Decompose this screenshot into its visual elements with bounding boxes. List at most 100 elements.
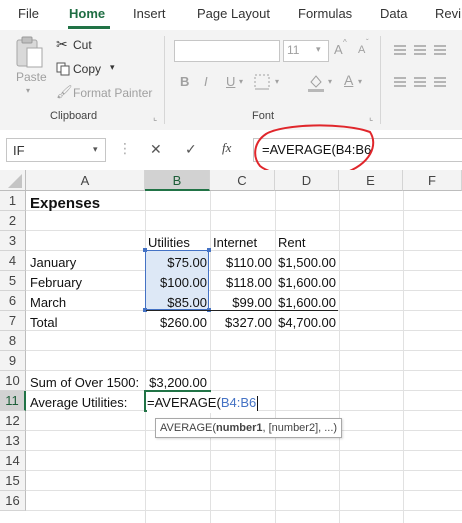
row-header[interactable]: 15 (0, 471, 26, 491)
total-label-cell[interactable]: Total (30, 313, 57, 333)
formula-prefix: =AVERAGE( (147, 395, 221, 410)
header-rent-cell[interactable]: Rent (278, 233, 305, 253)
borders-dropdown-icon[interactable]: ▾ (275, 77, 279, 86)
copy-dropdown-icon[interactable]: ▾ (110, 62, 115, 73)
row-header[interactable]: 7 (0, 311, 26, 331)
paste-icon[interactable] (14, 36, 44, 70)
cancel-entry-button[interactable]: ✕ (150, 141, 162, 158)
row-header[interactable]: 13 (0, 431, 26, 451)
tooltip-args-rest: , [number2], ...) (262, 422, 338, 434)
row-header[interactable]: 14 (0, 451, 26, 471)
font-name-select[interactable] (174, 40, 280, 62)
month-cell[interactable]: March (30, 293, 66, 313)
formula-bar: IF ▾ ⋮ ✕ ✓ fx =AVERAGE(B4:B6 (0, 130, 462, 170)
range-handle[interactable] (143, 248, 147, 252)
total-internet-cell[interactable]: $327.00 (211, 313, 272, 333)
header-internet-cell[interactable]: Internet (213, 233, 257, 253)
tab-home[interactable]: Home (69, 6, 105, 21)
copy-icon[interactable] (56, 62, 70, 76)
bold-button[interactable]: B (180, 74, 189, 89)
format-painter-icon[interactable]: 🖌 (56, 84, 73, 100)
tab-review[interactable]: Revi (435, 6, 461, 21)
tab-data[interactable]: Data (380, 6, 407, 21)
utilities-cell[interactable]: $75.00 (146, 253, 207, 273)
column-header-d[interactable]: D (275, 170, 339, 191)
format-painter-button[interactable]: Format Painter (73, 86, 152, 100)
font-color-dropdown-icon[interactable]: ▾ (358, 77, 362, 86)
underline-button[interactable]: U (226, 74, 235, 89)
chevron-down-icon: ▾ (316, 44, 321, 54)
insert-function-button[interactable]: fx (222, 140, 231, 156)
row-header[interactable]: 11 (0, 391, 26, 411)
name-box[interactable]: IF ▾ (6, 138, 106, 162)
font-color-icon[interactable]: A (344, 72, 353, 88)
grow-arrow-icon: ^ (343, 38, 347, 47)
tab-file[interactable]: File (18, 6, 39, 21)
copy-button[interactable]: Copy (73, 62, 101, 76)
fill-color-dropdown-icon[interactable]: ▾ (328, 77, 332, 86)
alignment-icons[interactable] (392, 42, 462, 102)
average-label-cell[interactable]: Average Utilities: (30, 393, 127, 413)
worksheet-grid[interactable]: A B C D E F 1 2 3 4 5 6 7 8 9 10 11 12 1… (0, 170, 462, 523)
grow-font-icon[interactable]: A (334, 42, 343, 57)
fill-color-icon[interactable] (306, 72, 326, 92)
row-header[interactable]: 1 (0, 191, 26, 211)
row-header[interactable]: 9 (0, 351, 26, 371)
month-cell[interactable]: January (30, 253, 76, 273)
row-header[interactable]: 8 (0, 331, 26, 351)
row-header[interactable]: 16 (0, 491, 26, 511)
enter-button[interactable]: ✓ (185, 141, 197, 158)
rent-cell[interactable]: $1,500.00 (276, 253, 336, 273)
paste-button[interactable]: Paste (16, 70, 47, 84)
column-header-a[interactable]: A (26, 170, 145, 191)
underline-dropdown-icon[interactable]: ▾ (239, 77, 243, 86)
column-header-b[interactable]: B (145, 170, 210, 191)
group-divider (380, 36, 381, 124)
internet-cell[interactable]: $110.00 (211, 253, 272, 273)
name-box-value: IF (13, 143, 25, 158)
cut-button[interactable]: Cut (73, 38, 92, 52)
total-rent-cell[interactable]: $4,700.00 (276, 313, 336, 333)
row-header[interactable]: 10 (0, 371, 26, 391)
select-all-corner[interactable] (0, 170, 26, 191)
row-header[interactable]: 3 (0, 231, 26, 251)
column-header-e[interactable]: E (339, 170, 403, 191)
total-border (146, 310, 338, 311)
sheet-title-cell[interactable]: Expenses (30, 194, 100, 214)
range-handle[interactable] (207, 248, 211, 252)
tab-formulas[interactable]: Formulas (298, 6, 352, 21)
shrink-arrow-icon: ˇ (366, 38, 369, 47)
active-cell-editor[interactable]: =AVERAGE(B4:B6 (147, 393, 259, 413)
total-utilities-cell[interactable]: $260.00 (146, 313, 207, 333)
gridline (26, 230, 462, 231)
sum-over-label-cell[interactable]: Sum of Over 1500: (30, 373, 139, 393)
paste-dropdown-icon[interactable]: ▾ (26, 86, 30, 95)
clipboard-launcher-icon[interactable]: ⌞ (153, 112, 157, 123)
shrink-font-icon[interactable]: A (358, 44, 365, 56)
chevron-down-icon: ▾ (93, 144, 98, 154)
row-header[interactable]: 12 (0, 411, 26, 431)
function-tooltip[interactable]: AVERAGE(number1, [number2], ...) (155, 418, 343, 438)
utilities-cell[interactable]: $100.00 (146, 273, 207, 293)
tab-page-layout[interactable]: Page Layout (197, 6, 270, 21)
row-header[interactable]: 5 (0, 271, 26, 291)
tooltip-function-name[interactable]: AVERAGE( (160, 422, 216, 434)
row-header[interactable]: 6 (0, 291, 26, 311)
row-header[interactable]: 4 (0, 251, 26, 271)
tab-insert[interactable]: Insert (133, 6, 166, 21)
row-header[interactable]: 2 (0, 211, 26, 231)
internet-cell[interactable]: $118.00 (211, 273, 272, 293)
column-header-c[interactable]: C (210, 170, 275, 191)
italic-button[interactable]: I (204, 74, 208, 89)
month-cell[interactable]: February (30, 273, 82, 293)
rent-cell[interactable]: $1,600.00 (276, 273, 336, 293)
font-size-select[interactable]: 11 ▾ (283, 40, 329, 62)
borders-icon[interactable] (254, 74, 270, 90)
formula-reference: B4:B6 (220, 395, 257, 410)
column-header-f[interactable]: F (403, 170, 462, 191)
scissors-icon[interactable]: ✂ (56, 36, 68, 53)
header-utilities-cell[interactable]: Utilities (148, 233, 190, 253)
gridline (403, 191, 404, 523)
tooltip-arg-current: number1 (216, 422, 263, 434)
gridline (26, 350, 462, 351)
